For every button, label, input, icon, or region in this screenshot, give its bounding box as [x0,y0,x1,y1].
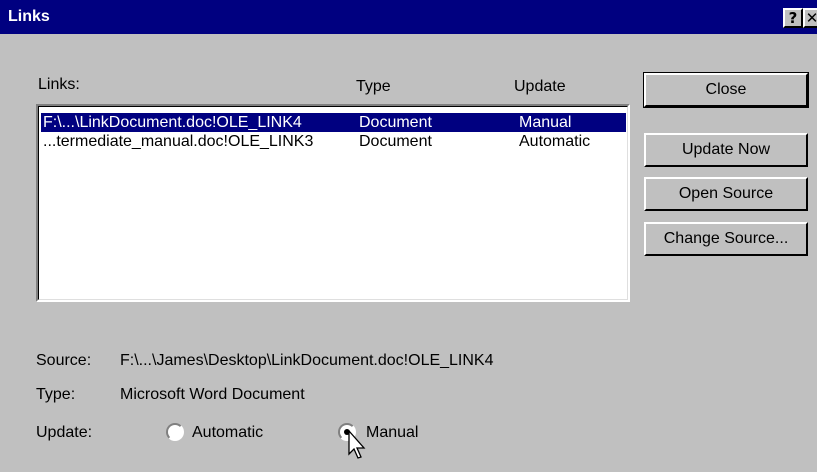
type-label: Type: [36,386,76,403]
link-name: ...termediate_manual.doc!OLE_LINK3 [43,133,314,150]
title-bar[interactable]: Links ? ✕ [0,0,817,34]
close-button[interactable]: Close [643,72,809,108]
link-name: F:\...\LinkDocument.doc!OLE_LINK4 [43,114,302,131]
type-column-header: Type [356,78,391,95]
help-button[interactable]: ? [783,8,803,28]
link-update: Automatic [519,133,591,150]
open-source-button[interactable]: Open Source [644,177,808,211]
listbox-frame: F:\...\LinkDocument.doc!OLE_LINK4 Docume… [38,106,628,300]
change-source-button[interactable]: Change Source... [644,222,808,256]
link-row-2[interactable]: ...termediate_manual.doc!OLE_LINK3 Docum… [41,132,626,151]
close-window-button[interactable]: ✕ [803,8,817,28]
link-row-1[interactable]: F:\...\LinkDocument.doc!OLE_LINK4 Docume… [41,113,626,132]
link-type: Document [359,114,432,131]
type-value: Microsoft Word Document [120,386,305,403]
source-label: Source: [36,352,92,369]
links-dialog: Links ? ✕ Links: Type Update F:\...\Link… [0,0,817,472]
links-listbox[interactable]: F:\...\LinkDocument.doc!OLE_LINK4 Docume… [36,104,630,302]
links-column-header: Links: [38,76,80,93]
manual-radio-label[interactable]: Manual [366,424,418,442]
arrow-pointer-icon [348,430,366,459]
update-label: Update: [36,424,93,441]
link-type: Document [359,133,432,150]
automatic-radio-label[interactable]: Automatic [192,424,263,442]
update-now-button[interactable]: Update Now [644,133,808,167]
automatic-radio[interactable] [166,423,184,441]
source-value: F:\...\James\Desktop\LinkDocument.doc!OL… [120,352,494,369]
update-column-header: Update [514,78,566,95]
dialog-title: Links [8,8,50,25]
link-update: Manual [519,114,572,131]
